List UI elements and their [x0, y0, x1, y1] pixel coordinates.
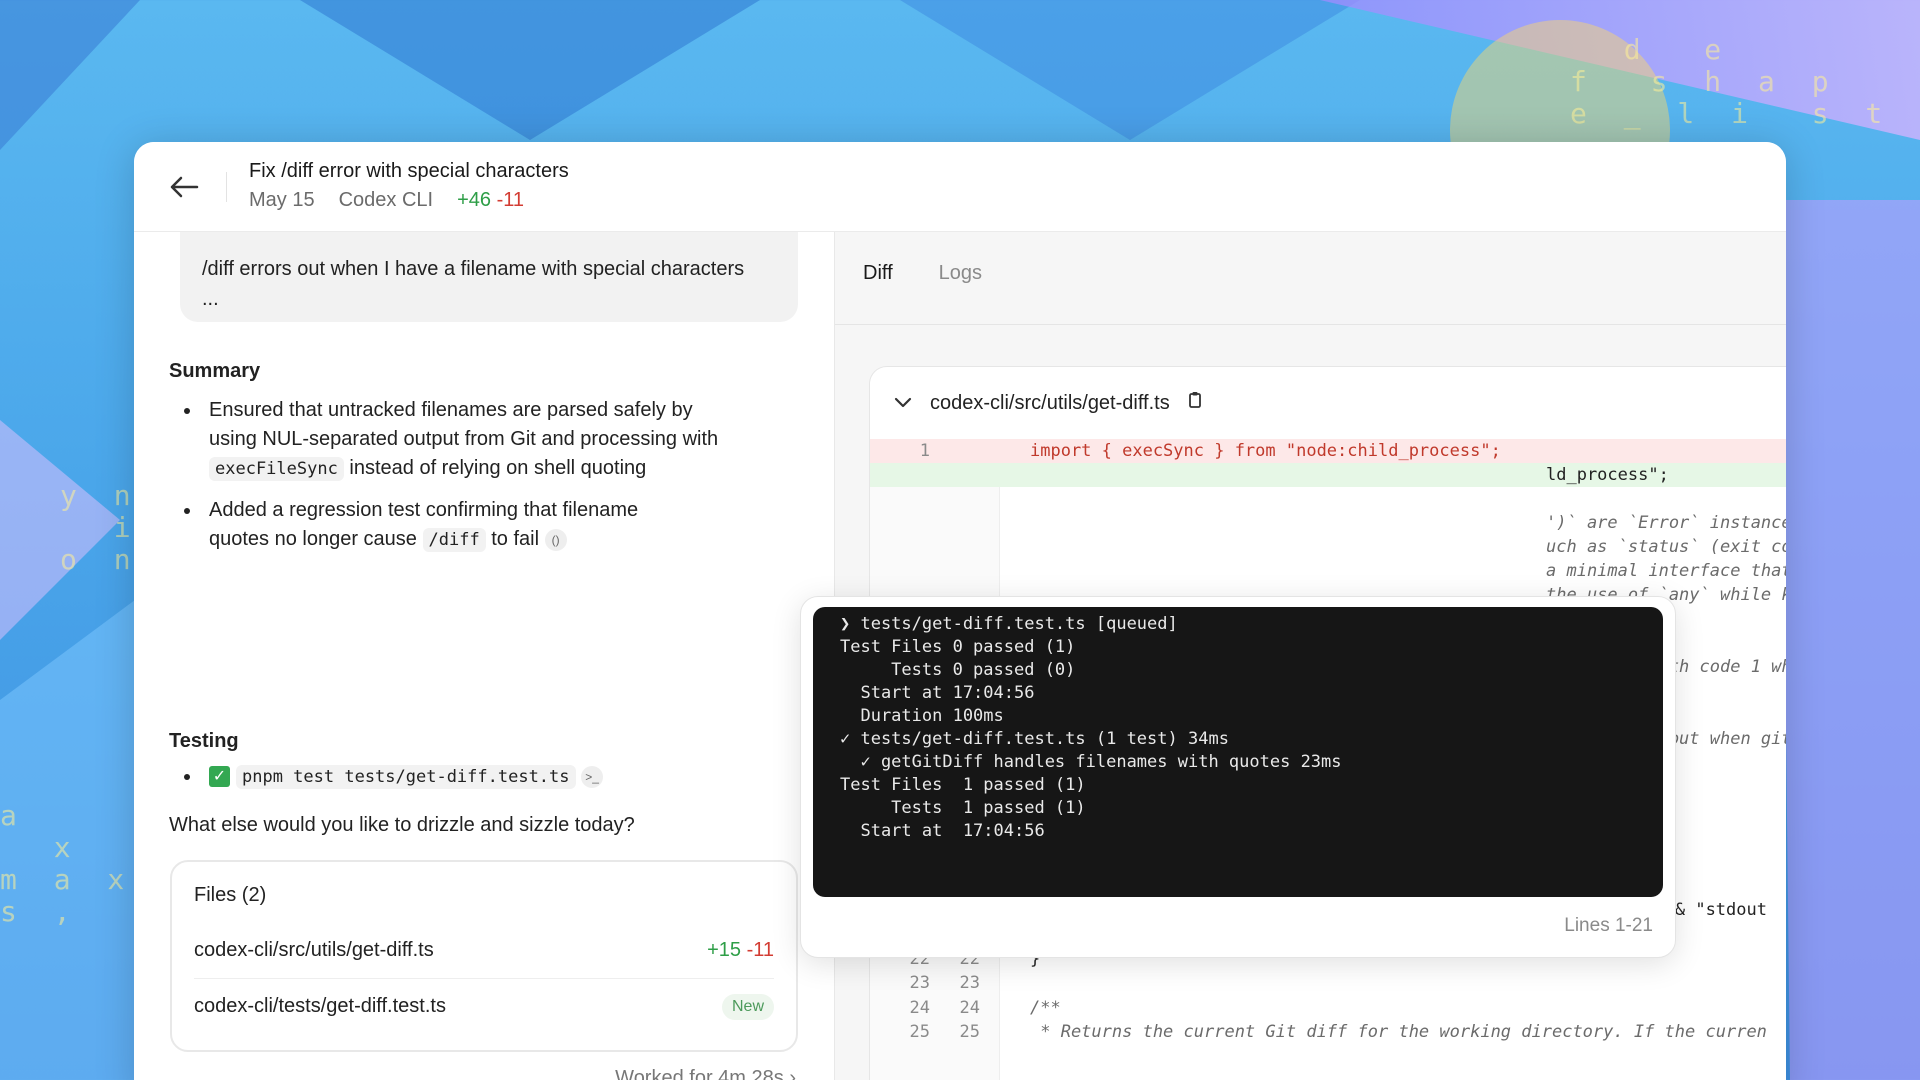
- chevron-right-icon: ›: [789, 1067, 796, 1080]
- terminal-line: Start at 17:04:56: [840, 821, 1045, 841]
- code-line: 23 23: [870, 971, 1786, 995]
- summary-item-text: instead of relying on shell quoting: [349, 457, 647, 479]
- task-source: Codex CLI: [338, 189, 434, 211]
- user-prompt-bubble: /diff errors out when I have a filename …: [180, 232, 798, 322]
- summary-item-text: to fail: [491, 528, 540, 550]
- prompt-ellipsis: ...: [202, 288, 219, 310]
- task-window: Fix /diff error with special characters …: [134, 142, 1786, 1080]
- line-number: 24: [959, 997, 980, 1018]
- code-text: * Returns the current Git diff for the w…: [1030, 1022, 1767, 1042]
- terminal-line: Test Files 0 passed (1): [840, 637, 1076, 657]
- line-number: 1: [919, 441, 930, 461]
- terminal-line: Test Files 1 passed (1): [840, 775, 1086, 795]
- prompt-text: /diff errors out when I have a filename …: [202, 258, 745, 280]
- terminal-line: ❯ tests/get-diff.test.ts [queued]: [840, 614, 1178, 634]
- terminal-icon[interactable]: >_: [581, 765, 604, 788]
- task-date: May 15: [249, 189, 315, 211]
- file-path: codex-cli/tests/get-diff.test.ts: [194, 995, 446, 1017]
- files-card: Files (2) codex-cli/src/utils/get-diff.t…: [170, 860, 798, 1052]
- line-number: 23: [909, 973, 930, 993]
- terminal-line: Tests 1 passed (1): [840, 798, 1086, 818]
- terminal-line: Duration 100ms: [840, 706, 1004, 726]
- background-code-text: d e f s h a p e _ l i s t (: [1570, 33, 1920, 130]
- code-text: a minimal interface that: [1546, 561, 1786, 581]
- diff-filename: codex-cli/src/utils/get-diff.ts: [930, 391, 1170, 414]
- summary-heading: Summary: [169, 360, 261, 382]
- inline-code: /diff: [422, 528, 486, 552]
- summary-item-text: Added a regression test confirming that …: [209, 499, 639, 521]
- task-title: Fix /diff error with special characters: [249, 160, 569, 182]
- file-additions: +15: [707, 938, 742, 961]
- code-line: ')` are `Error` instance: [870, 511, 1786, 535]
- code-line: 25 25 * Returns the current Git diff for …: [870, 1020, 1786, 1044]
- files-heading: Files (2): [194, 884, 267, 906]
- test-command: pnpm test tests/get-diff.test.ts: [236, 765, 576, 789]
- code-text: uch as `status` (exit co: [1546, 537, 1786, 557]
- tabs-divider: [835, 324, 1786, 325]
- testing-heading: Testing: [169, 730, 239, 752]
- code-line: a minimal interface that: [870, 559, 1786, 583]
- line-number: 23: [959, 973, 980, 993]
- code-line: uch as `status` (exit co: [870, 535, 1786, 559]
- header-divider: [226, 172, 227, 202]
- terminal-line: Tests 0 passed (0): [840, 660, 1076, 680]
- terminal-line: Start at 17:04:56: [840, 683, 1035, 703]
- new-file-badge: New: [721, 993, 774, 1020]
- terminal-popover: ❯ tests/get-diff.test.ts [queued] Test Fi…: [800, 596, 1676, 958]
- testing-list: ✓ pnpm test tests/get-diff.test.ts >_: [169, 762, 604, 804]
- terminal-output: ❯ tests/get-diff.test.ts [queued] Test Fi…: [813, 607, 1663, 897]
- terminal-line: ✓ tests/get-diff.test.ts (1 test) 34ms: [840, 729, 1229, 749]
- arrow-left-icon: [170, 176, 199, 198]
- summary-item: Ensured that untracked filenames are par…: [169, 396, 729, 484]
- file-stats: +15 -11: [707, 939, 774, 962]
- code-text: ld_process";: [1546, 465, 1669, 485]
- task-header: Fix /diff error with special characters …: [134, 142, 1786, 232]
- code-text: import { execSync } from "node:child_pro…: [1030, 441, 1501, 461]
- lines-range: Lines 1-21: [1564, 915, 1653, 936]
- summary-item: Added a regression test confirming that …: [169, 496, 729, 555]
- tab-diff[interactable]: Diff: [863, 262, 893, 285]
- terminal-line: ✓ getGitDiff handles filenames with quot…: [840, 752, 1342, 772]
- citation-icon[interactable]: (): [544, 528, 567, 551]
- check-icon: ✓: [209, 766, 230, 788]
- line-number: 25: [959, 1022, 980, 1042]
- line-number: 25: [909, 1022, 930, 1042]
- chevron-down-icon[interactable]: [894, 392, 912, 415]
- deleted-line: 1 import { execSync } from "node:child_pr…: [870, 439, 1786, 463]
- deletions-count: -11: [496, 189, 525, 211]
- terminal-lines: ❯ tests/get-diff.test.ts [queued] Test Fi…: [840, 613, 1663, 843]
- copy-icon[interactable]: [1188, 391, 1202, 415]
- file-row[interactable]: codex-cli/tests/get-diff.test.ts New: [194, 978, 774, 1034]
- code-text: ')` are `Error` instance: [1546, 513, 1786, 533]
- diff-file-header: codex-cli/src/utils/get-diff.ts: [870, 367, 1786, 439]
- followup-text: What else would you like to drizzle and …: [169, 814, 635, 836]
- task-meta: May 15 Codex CLI +46 -11: [249, 189, 524, 212]
- added-line: ld_process";: [870, 463, 1786, 487]
- worked-duration-link[interactable]: Worked for 4m 28s ›: [615, 1067, 796, 1080]
- testing-item: ✓ pnpm test tests/get-diff.test.ts >_: [169, 762, 604, 792]
- file-path: codex-cli/src/utils/get-diff.ts: [194, 938, 434, 961]
- worked-duration: Worked for 4m 28s: [615, 1067, 784, 1080]
- task-line-stats: +46 -11: [457, 189, 524, 212]
- panel-tabs: Diff Logs: [863, 262, 982, 285]
- summary-list: Ensured that untracked filenames are par…: [169, 396, 729, 567]
- file-row[interactable]: codex-cli/src/utils/get-diff.ts +15 -11: [194, 922, 774, 978]
- back-button[interactable]: [164, 167, 204, 207]
- line-number: 24: [909, 997, 930, 1018]
- inline-code: execFileSync: [209, 457, 344, 481]
- conversation-panel: /diff errors out when I have a filename …: [134, 232, 834, 1080]
- code-text: /**: [1030, 997, 1061, 1018]
- code-line: 24 24 /**: [870, 996, 1786, 1020]
- tab-logs[interactable]: Logs: [939, 262, 982, 285]
- additions-count: +46: [457, 189, 492, 211]
- summary-item-text: quotes no longer cause: [209, 528, 417, 550]
- summary-item-text: Ensured that untracked filenames are par…: [209, 399, 719, 450]
- file-deletions: -11: [746, 938, 774, 961]
